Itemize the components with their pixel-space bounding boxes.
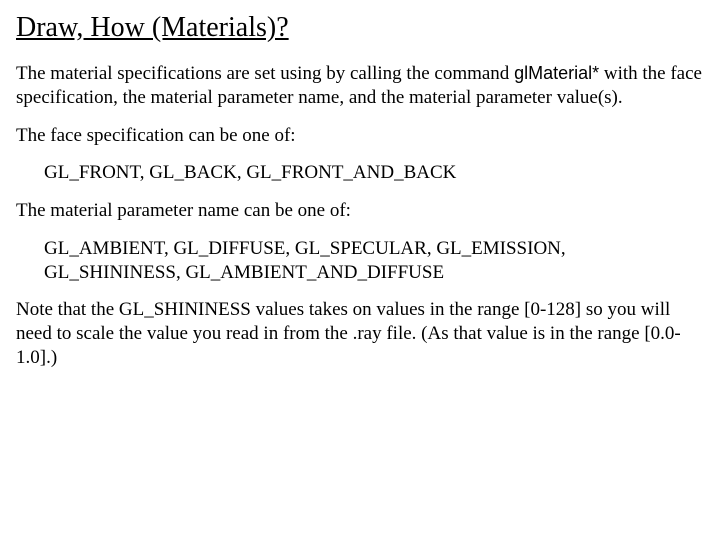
face-spec-values: GL_FRONT, GL_BACK, GL_FRONT_AND_BACK xyxy=(44,161,704,185)
intro-paragraph: The material specifications are set usin… xyxy=(16,62,704,110)
command-name: glMaterial* xyxy=(514,63,599,83)
intro-text-a: The material specifications are set usin… xyxy=(16,63,514,84)
face-spec-label: The face specification can be one of: xyxy=(16,124,704,148)
note-paragraph: Note that the GL_SHININESS values takes … xyxy=(16,298,704,369)
param-name-label: The material parameter name can be one o… xyxy=(16,199,704,223)
slide-title: Draw, How (Materials)? xyxy=(16,12,704,44)
param-name-values: GL_AMBIENT, GL_DIFFUSE, GL_SPECULAR, GL_… xyxy=(44,237,704,285)
